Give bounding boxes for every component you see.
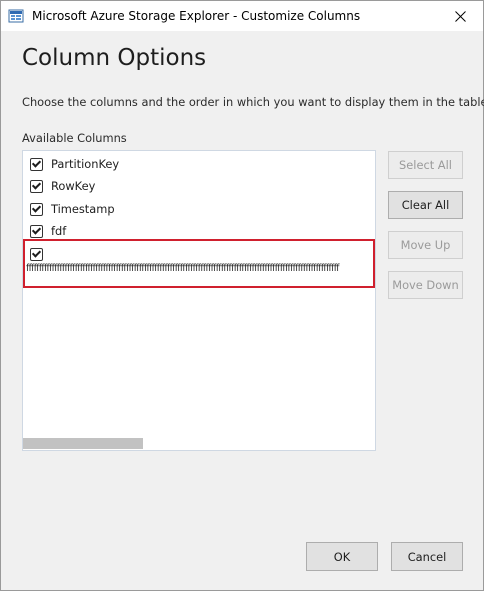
close-button[interactable] xyxy=(437,1,483,31)
select-all-button[interactable]: Select All xyxy=(388,151,463,179)
horizontal-scrollbar[interactable] xyxy=(23,438,375,450)
list-item-label: ffffffffffffffffffffffffffffffffffffffff… xyxy=(26,263,339,274)
list-item-long-column[interactable] xyxy=(30,246,43,262)
list-item-rowkey[interactable]: RowKey xyxy=(30,178,95,194)
list-item-label: fdf xyxy=(51,224,67,238)
title-bar: Microsoft Azure Storage Explorer - Custo… xyxy=(1,1,483,31)
page-title: Column Options xyxy=(22,45,207,71)
move-down-button[interactable]: Move Down xyxy=(388,271,463,299)
move-up-button[interactable]: Move Up xyxy=(388,231,463,259)
cancel-button[interactable]: Cancel xyxy=(391,542,463,571)
dialog-description: Choose the columns and the order in whic… xyxy=(22,95,484,109)
checkbox-checked-icon[interactable] xyxy=(30,179,43,193)
checkbox-checked-icon[interactable] xyxy=(30,157,43,171)
list-item-timestamp[interactable]: Timestamp xyxy=(30,201,115,217)
list-item-partitionkey[interactable]: PartitionKey xyxy=(30,156,119,172)
close-icon xyxy=(454,7,466,26)
scrollbar-thumb[interactable] xyxy=(23,438,143,449)
customize-columns-dialog: Microsoft Azure Storage Explorer - Custo… xyxy=(0,0,484,591)
ok-button[interactable]: OK xyxy=(306,542,378,571)
available-columns-list[interactable]: PartitionKey RowKey Timestamp fdf ffffff… xyxy=(22,150,376,451)
list-item-label: RowKey xyxy=(51,179,96,193)
clear-all-button[interactable]: Clear All xyxy=(388,191,463,219)
available-columns-label: Available Columns xyxy=(22,131,127,145)
checkbox-checked-icon[interactable] xyxy=(30,247,43,261)
list-item-label: PartitionKey xyxy=(51,157,120,171)
list-item-label: Timestamp xyxy=(51,202,115,216)
azure-storage-explorer-icon xyxy=(8,8,24,24)
list-item-fdf[interactable]: fdf xyxy=(30,223,66,239)
window-title: Microsoft Azure Storage Explorer - Custo… xyxy=(32,9,361,23)
checkbox-checked-icon[interactable] xyxy=(30,202,43,216)
checkbox-checked-icon[interactable] xyxy=(30,224,43,238)
